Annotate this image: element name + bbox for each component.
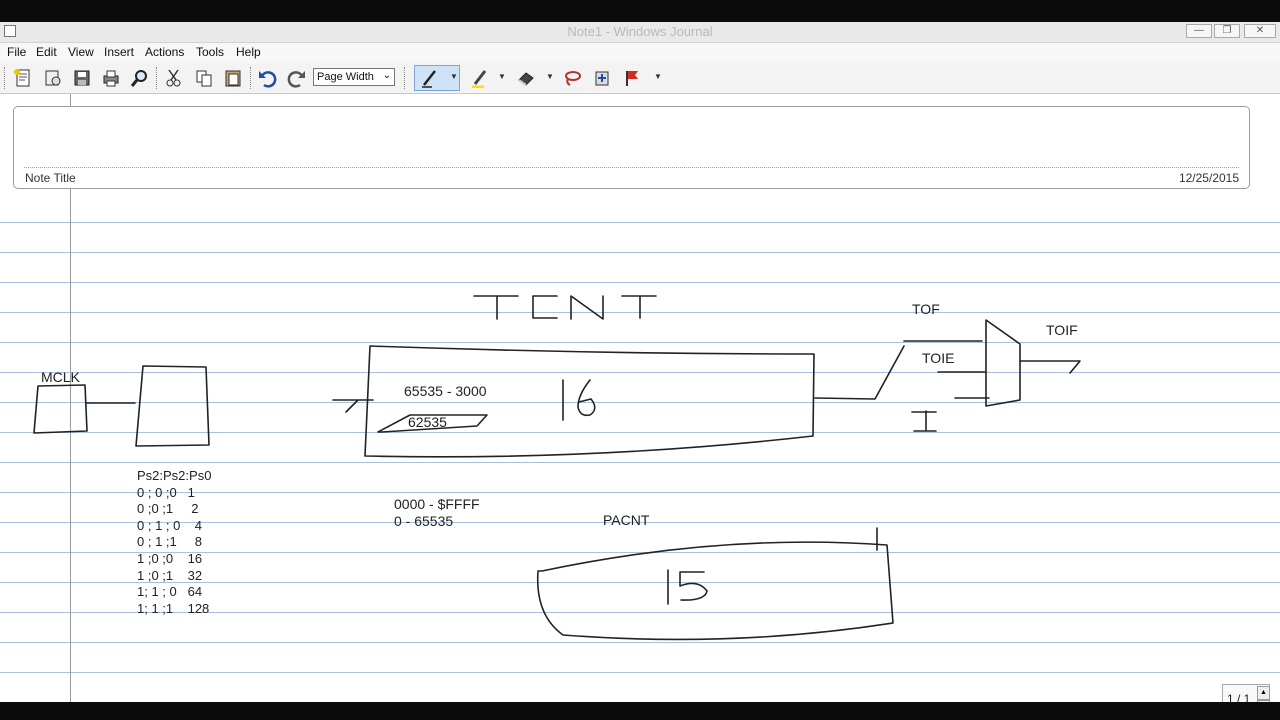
view-mode-value: Page Width (317, 71, 374, 83)
insert-space-icon[interactable] (590, 66, 614, 90)
new-note-icon[interactable] (11, 66, 35, 90)
prescaler-table: Ps2:Ps2:Ps0 0 ; 0 ;0 1 0 ;0 ;1 2 0 ; 1 ;… (137, 468, 211, 617)
ink-stroke (577, 379, 596, 417)
toif-wire (1019, 360, 1081, 374)
prescaler-row: 1; 1 ; 0 64 (137, 584, 203, 600)
prescaler-row: 0 ; 1 ;1 8 (137, 534, 203, 550)
redo-icon[interactable] (285, 66, 309, 90)
menu-bar: File Edit View Insert Actions Tools Help (0, 43, 1280, 63)
mclk-box (33, 384, 88, 434)
menu-view[interactable]: View (68, 45, 94, 59)
label-range-hex: 0000 - $FFFF (394, 496, 480, 512)
label-mclk: MCLK (41, 369, 80, 385)
cut-icon[interactable] (162, 66, 186, 90)
prescaler-header: Ps2:Ps2:Ps0 (137, 468, 212, 483)
toolbar-grip[interactable] (4, 67, 8, 89)
page-indicator: 1 / 1 (1227, 692, 1251, 702)
highlighter-dropdown-icon[interactable]: ▼ (498, 72, 506, 81)
prescaler-row: 1; 1 ;1 128 (137, 600, 210, 616)
ink-stroke (570, 295, 604, 320)
next-page-button[interactable]: ▼ (1257, 700, 1270, 702)
open-icon[interactable] (41, 66, 65, 90)
prescaler-row: 0 ;0 ;1 2 (137, 501, 199, 517)
window-title: Note1 - Windows Journal (567, 24, 713, 39)
ink-stroke (667, 569, 708, 605)
flag-dropdown-icon[interactable]: ▼ (654, 72, 662, 81)
previous-page-button[interactable]: ▲ (1257, 686, 1270, 700)
pacnt-register (536, 541, 894, 641)
save-icon[interactable] (70, 66, 94, 90)
maximize-button[interactable]: ❐ (1214, 24, 1240, 38)
flag-icon[interactable] (620, 66, 644, 90)
undo-icon[interactable] (255, 66, 279, 90)
menu-actions[interactable]: Actions (145, 45, 184, 59)
note-page[interactable]: Note Title 12/25/2015 MCLK 65535 - 3000 … (0, 94, 1280, 702)
minimize-button[interactable]: — (1186, 24, 1212, 38)
lasso-select-icon[interactable] (560, 66, 584, 90)
tcnt-register (364, 345, 815, 458)
menu-insert[interactable]: Insert (104, 45, 134, 59)
label-pacnt: PACNT (603, 512, 650, 528)
label-range-dec: 0 - 65535 (394, 513, 454, 529)
copy-icon[interactable] (192, 66, 216, 90)
prescaler-row: 1 ;0 ;1 32 (137, 567, 203, 583)
find-icon[interactable] (128, 66, 152, 90)
label-value-result: 62535 (408, 414, 447, 430)
prescaler-row: 0 ; 1 ; 0 4 (137, 517, 203, 533)
label-toie: TOIE (922, 350, 955, 366)
toolbar: Page Width ⌄ ▼ ▼ ▼ ▼ (0, 63, 1280, 94)
menu-file[interactable]: File (7, 45, 26, 59)
page-navigator: 1 / 1 ▲ ▼ (1222, 684, 1270, 702)
label-toif: TOIF (1046, 322, 1078, 338)
ink-stroke (532, 295, 558, 319)
tof-wire (814, 345, 905, 400)
print-icon[interactable] (99, 66, 123, 90)
pen-dropdown-icon[interactable]: ▼ (450, 72, 458, 81)
and-gate (985, 319, 1021, 407)
chevron-down-icon: ⌄ (382, 70, 391, 81)
prescaler-row: 0 ; 0 ;0 1 (137, 484, 195, 500)
close-button[interactable]: ✕ (1244, 24, 1276, 38)
label-tof: TOF (912, 301, 940, 317)
paste-icon[interactable] (221, 66, 245, 90)
eraser-icon[interactable] (514, 66, 538, 90)
view-mode-select[interactable]: Page Width ⌄ (313, 68, 395, 86)
ink-stroke (621, 295, 657, 319)
eraser-dropdown-icon[interactable]: ▼ (546, 72, 554, 81)
toolbar-grip[interactable] (404, 67, 408, 89)
journal-window: Note1 - Windows Journal — ❐ ✕ File Edit … (0, 22, 1280, 702)
label-value-expr: 65535 - 3000 (404, 383, 487, 399)
prescaler-row: 1 ;0 ;0 16 (137, 550, 203, 566)
toolbar-separator (250, 67, 254, 89)
ink-stroke (473, 295, 519, 320)
prescaler-box (135, 365, 210, 447)
menu-help[interactable]: Help (236, 45, 261, 59)
menu-edit[interactable]: Edit (36, 45, 57, 59)
highlighter-icon[interactable] (468, 66, 492, 90)
pen-icon[interactable] (418, 66, 442, 90)
menu-tools[interactable]: Tools (196, 45, 224, 59)
title-bar: Note1 - Windows Journal — ❐ ✕ (0, 22, 1280, 43)
ink-stroke (911, 410, 937, 432)
toolbar-separator (156, 67, 160, 89)
